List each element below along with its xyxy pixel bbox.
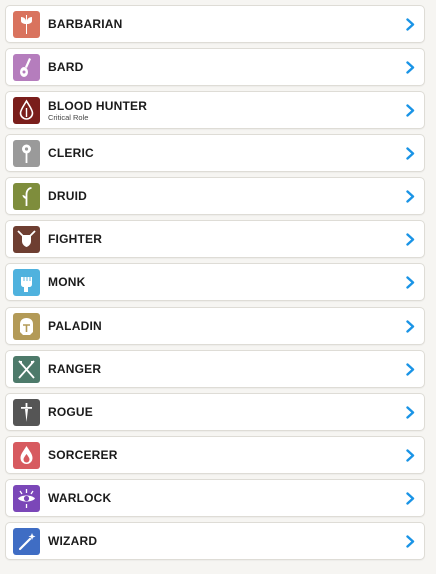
class-name: PALADIN — [48, 319, 102, 333]
chevron-right-icon — [406, 535, 415, 548]
arrows-icon — [13, 356, 40, 383]
chevron-right-icon — [406, 61, 415, 74]
class-name: CLERIC — [48, 146, 94, 160]
class-row-cleric[interactable]: CLERIC — [5, 134, 425, 172]
chevron-right-icon — [406, 449, 415, 462]
class-row-blood-hunter[interactable]: BLOOD HUNTER Critical Role — [5, 91, 425, 129]
chevron-right-icon — [406, 147, 415, 160]
class-row-bard[interactable]: BARD — [5, 48, 425, 86]
class-row-ranger[interactable]: RANGER — [5, 350, 425, 388]
chevron-right-icon — [406, 406, 415, 419]
chevron-right-icon — [406, 18, 415, 31]
chevron-right-icon — [406, 363, 415, 376]
class-row-warlock[interactable]: WARLOCK — [5, 479, 425, 517]
chevron-right-icon — [406, 190, 415, 203]
lute-icon — [13, 54, 40, 81]
chevron-right-icon — [406, 320, 415, 333]
fist-icon — [13, 269, 40, 296]
class-name: RANGER — [48, 362, 102, 376]
class-name: BARBARIAN — [48, 17, 123, 31]
chevron-right-icon — [406, 276, 415, 289]
class-subtitle: Critical Role — [48, 113, 89, 122]
class-row-wizard[interactable]: WIZARD — [5, 522, 425, 560]
class-row-barbarian[interactable]: BARBARIAN — [5, 5, 425, 43]
class-name: WARLOCK — [48, 491, 112, 505]
helmet-icon — [13, 313, 40, 340]
shield-swords-icon — [13, 226, 40, 253]
mace-icon — [13, 140, 40, 167]
chevron-right-icon — [406, 492, 415, 505]
class-row-druid[interactable]: DRUID — [5, 177, 425, 215]
class-row-paladin[interactable]: PALADIN — [5, 307, 425, 345]
class-name: FIGHTER — [48, 232, 103, 246]
class-name: ROGUE — [48, 405, 94, 419]
wand-icon — [13, 528, 40, 555]
chevron-right-icon — [406, 233, 415, 246]
class-name: DRUID — [48, 189, 87, 203]
class-name: MONK — [48, 275, 86, 289]
dagger-icon — [13, 399, 40, 426]
class-row-rogue[interactable]: ROGUE — [5, 393, 425, 431]
class-row-monk[interactable]: MONK — [5, 263, 425, 301]
class-row-sorcerer[interactable]: SORCERER — [5, 436, 425, 474]
eye-icon — [13, 485, 40, 512]
class-row-fighter[interactable]: FIGHTER — [5, 220, 425, 258]
class-name: BLOOD HUNTER — [48, 99, 148, 113]
axe-icon — [13, 11, 40, 38]
blood-drop-icon — [13, 97, 40, 124]
chevron-right-icon — [406, 104, 415, 117]
sprout-icon — [13, 183, 40, 210]
class-name: WIZARD — [48, 534, 98, 548]
class-name: BARD — [48, 60, 84, 74]
flame-icon — [13, 442, 40, 469]
class-name: SORCERER — [48, 448, 118, 462]
